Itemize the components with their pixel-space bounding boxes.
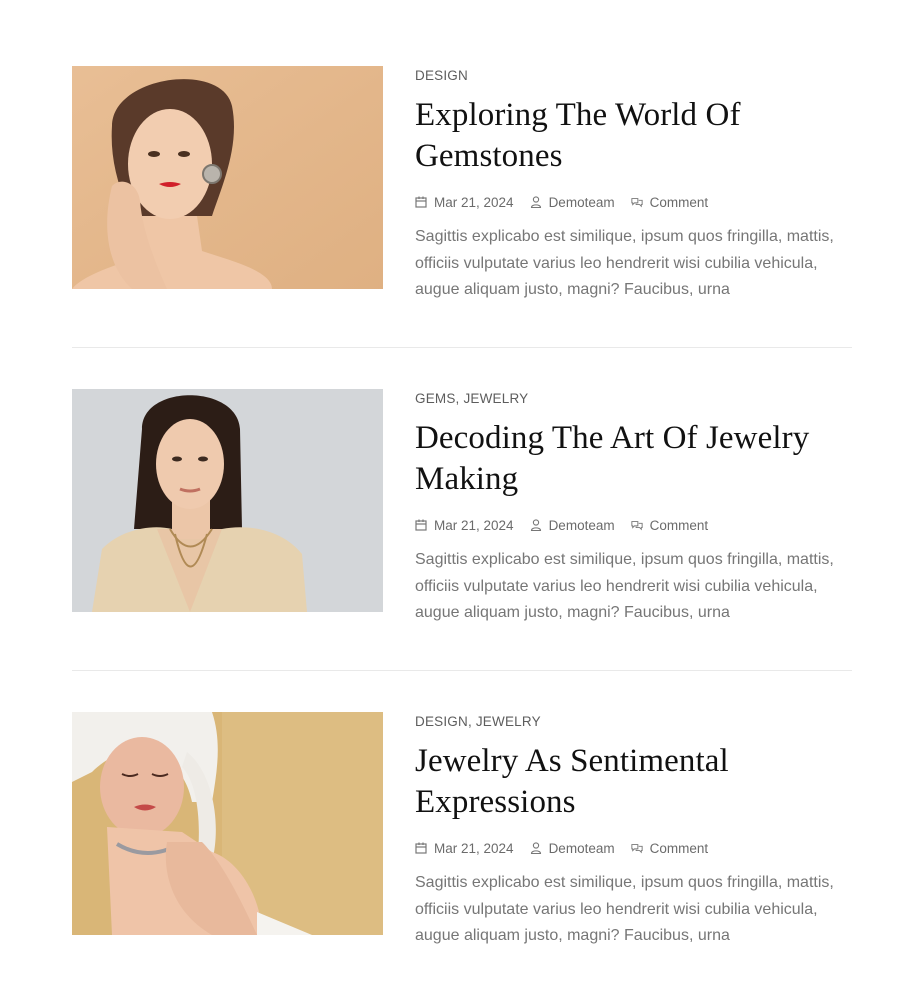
post-author[interactable]: Demoteam bbox=[530, 841, 615, 856]
post-comment-label: Comment bbox=[649, 840, 709, 856]
post-title[interactable]: Exploring The World Of Gemstones bbox=[415, 95, 852, 177]
post-thumbnail-image bbox=[72, 712, 383, 935]
post-comment-label: Comment bbox=[649, 194, 709, 210]
post-date-label: Mar 21, 2024 bbox=[434, 517, 514, 533]
post-thumbnail-image bbox=[72, 66, 383, 289]
post-category[interactable]: DESIGN, JEWELRY bbox=[415, 713, 852, 731]
post-category[interactable]: DESIGN bbox=[415, 67, 852, 85]
post-comment-label: Comment bbox=[649, 517, 709, 533]
blog-post: DESIGN Exploring The World Of Gemstones … bbox=[72, 66, 852, 306]
post-excerpt: Sagittis explicabo est similique, ipsum … bbox=[415, 551, 834, 621]
comment-icon bbox=[630, 519, 643, 531]
blog-post-list: DESIGN Exploring The World Of Gemstones … bbox=[0, 0, 900, 1000]
post-content: DESIGN Exploring The World Of Gemstones … bbox=[415, 66, 852, 304]
post-title[interactable]: Decoding The Art Of Jewelry Making bbox=[415, 418, 852, 500]
calendar-icon bbox=[415, 842, 427, 854]
user-icon bbox=[530, 842, 542, 854]
post-author-label: Demoteam bbox=[548, 840, 615, 856]
post-author[interactable]: Demoteam bbox=[530, 518, 615, 533]
post-date-label: Mar 21, 2024 bbox=[434, 840, 514, 856]
post-comments[interactable]: Comment bbox=[630, 194, 709, 210]
post-date-label: Mar 21, 2024 bbox=[434, 194, 514, 210]
post-excerpt: Sagittis explicabo est similique, ipsum … bbox=[415, 228, 834, 298]
post-meta: Mar 21, 2024 Demoteam Comment bbox=[415, 193, 852, 211]
post-comments[interactable]: Comment bbox=[630, 840, 709, 856]
comment-icon bbox=[630, 842, 643, 854]
blog-post: DESIGN, JEWELRY Jewelry As Sentimental E… bbox=[72, 712, 852, 952]
post-content: DESIGN, JEWELRY Jewelry As Sentimental E… bbox=[415, 712, 852, 950]
post-divider bbox=[72, 670, 852, 671]
post-date[interactable]: Mar 21, 2024 bbox=[415, 195, 514, 210]
post-category[interactable]: GEMS, JEWELRY bbox=[415, 390, 852, 408]
post-thumbnail-image bbox=[72, 389, 383, 612]
calendar-icon bbox=[415, 519, 427, 531]
category-link[interactable]: DESIGN bbox=[415, 68, 468, 83]
post-thumbnail-link[interactable] bbox=[72, 66, 383, 289]
post-author-label: Demoteam bbox=[548, 194, 615, 210]
post-content: GEMS, JEWELRY Decoding The Art Of Jewelr… bbox=[415, 389, 852, 627]
post-date[interactable]: Mar 21, 2024 bbox=[415, 841, 514, 856]
category-link[interactable]: GEMS, JEWELRY bbox=[415, 391, 528, 406]
post-divider bbox=[72, 347, 852, 348]
post-date[interactable]: Mar 21, 2024 bbox=[415, 518, 514, 533]
comment-icon bbox=[630, 196, 643, 208]
post-title[interactable]: Jewelry As Sentimental Expressions bbox=[415, 741, 852, 823]
post-comments[interactable]: Comment bbox=[630, 517, 709, 533]
post-meta: Mar 21, 2024 Demoteam Comment bbox=[415, 516, 852, 534]
post-excerpt: Sagittis explicabo est similique, ipsum … bbox=[415, 874, 834, 944]
post-author[interactable]: Demoteam bbox=[530, 195, 615, 210]
post-meta: Mar 21, 2024 Demoteam Comment bbox=[415, 839, 852, 857]
user-icon bbox=[530, 196, 542, 208]
post-thumbnail-link[interactable] bbox=[72, 389, 383, 612]
post-author-label: Demoteam bbox=[548, 517, 615, 533]
category-link[interactable]: DESIGN, JEWELRY bbox=[415, 714, 541, 729]
post-thumbnail-link[interactable] bbox=[72, 712, 383, 935]
user-icon bbox=[530, 519, 542, 531]
blog-post: GEMS, JEWELRY Decoding The Art Of Jewelr… bbox=[72, 389, 852, 629]
calendar-icon bbox=[415, 196, 427, 208]
